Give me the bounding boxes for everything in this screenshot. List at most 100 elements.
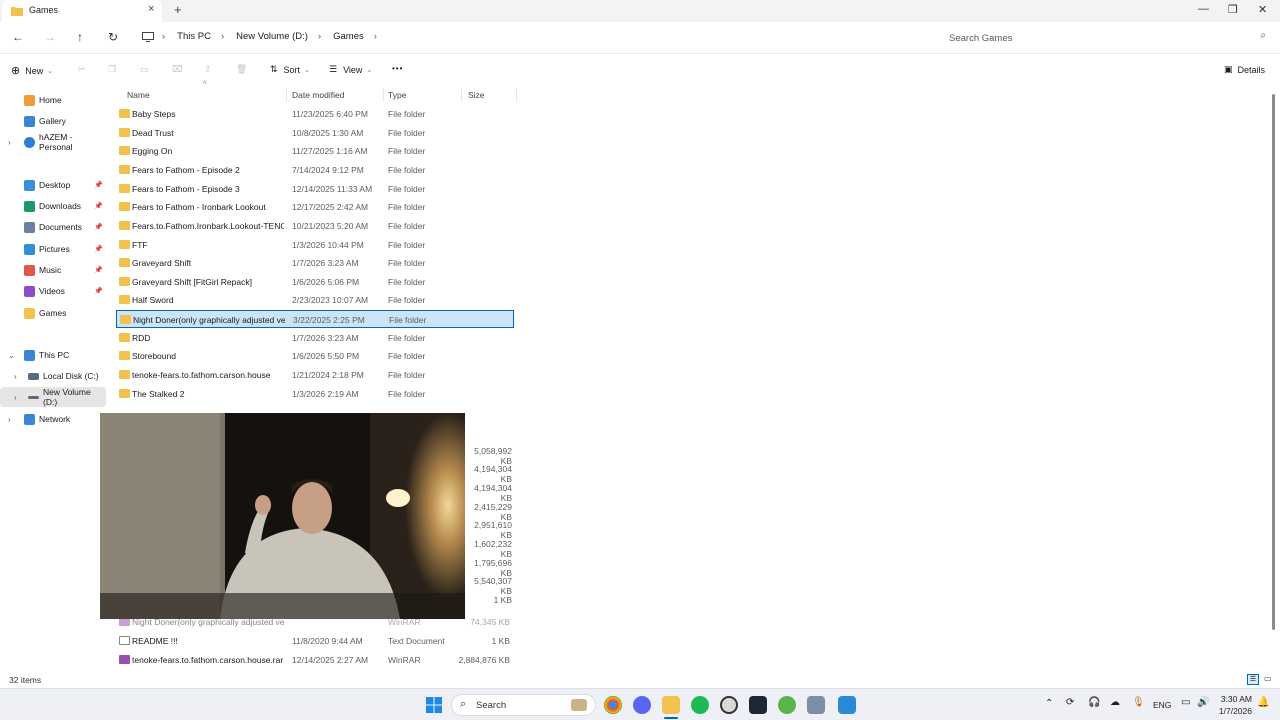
steam-icon[interactable] (749, 696, 767, 714)
file-row[interactable]: tenoke-fears.to.fathom.carson.house.rar 1… (116, 651, 514, 669)
column-separator[interactable] (461, 88, 462, 102)
file-row-selected[interactable]: Night Doner(only graphically adjusted ve… (116, 310, 514, 328)
chevron-down-icon[interactable]: ⌄ (8, 351, 15, 360)
paste-icon[interactable]: ▭ (140, 64, 149, 75)
app-icon[interactable] (838, 696, 856, 714)
new-tab-button[interactable]: + (174, 2, 182, 17)
crumb-this-pc[interactable]: This PC (177, 31, 211, 42)
nav-games[interactable]: Games (0, 303, 106, 323)
microphone-icon[interactable]: 🎙 (1132, 697, 1145, 708)
file-row[interactable]: RDD 1/7/2026 3:23 AM File folder (116, 329, 514, 347)
nav-onedrive-personal[interactable]: › hAZEM - Personal (0, 132, 106, 152)
crumb-new-volume[interactable]: New Volume (D:) (236, 31, 308, 42)
nav-local-disk-c[interactable]: › Local Disk (C:) (0, 366, 106, 386)
more-options-button[interactable]: ••• (392, 64, 403, 73)
nav-label: Pictures (39, 244, 70, 254)
file-row[interactable]: Egging On 11/27/2025 1:16 AM File folder (116, 142, 514, 160)
sort-label: Sort (283, 64, 301, 75)
app-icon[interactable] (807, 696, 825, 714)
file-row[interactable]: tenoke-fears.to.fathom.carson.house 1/21/… (116, 366, 514, 384)
rename-icon[interactable]: ⌧ (172, 64, 182, 75)
chevron-right-icon[interactable]: › (8, 415, 11, 424)
nav-this-pc[interactable]: ⌄ This PC (0, 345, 106, 365)
details-view-icon[interactable]: ☰ (1247, 674, 1259, 685)
column-name[interactable]: Name (127, 90, 150, 100)
column-type[interactable]: Type (388, 90, 406, 100)
file-row[interactable]: Fears to Fathom - Episode 3 12/14/2025 11… (116, 180, 514, 198)
spotify-icon[interactable] (691, 696, 709, 714)
new-button[interactable]: ⊕ New ⌄ (11, 64, 53, 77)
file-row[interactable]: Fears.to.Fathom.Ironbark.Lookout-TENO...… (116, 217, 514, 235)
file-row[interactable]: Dead Trust 10/8/2025 1:30 AM File folder (116, 124, 514, 142)
utorrent-icon[interactable] (778, 696, 796, 714)
copy-icon[interactable]: ❐ (108, 64, 116, 75)
chevron-right-icon[interactable]: › (14, 372, 17, 381)
obs-icon[interactable] (720, 696, 738, 714)
file-name: Dead Trust (132, 128, 174, 138)
file-row[interactable]: Fears to Fathom - Episode 2 7/14/2024 9:1… (116, 161, 514, 179)
close-tab-icon[interactable]: × (148, 3, 154, 15)
file-row[interactable]: Storebound 1/6/2026 5:50 PM File folder (116, 347, 514, 365)
nav-pictures[interactable]: Pictures 📌 (0, 239, 106, 259)
onedrive-cloud-icon[interactable]: ☁ (1110, 697, 1120, 708)
notification-bell-icon[interactable]: 🔔 (1257, 697, 1269, 708)
network-icon[interactable]: ▭ (1181, 697, 1190, 708)
language-indicator[interactable]: ENG (1153, 700, 1171, 710)
close-window-button[interactable]: ✕ (1258, 3, 1267, 16)
nav-music[interactable]: Music 📌 (0, 260, 106, 280)
file-row[interactable]: Half Sword 2/23/2023 10:07 AM File folder (116, 291, 514, 309)
column-separator[interactable] (286, 88, 287, 102)
chevron-right-icon[interactable]: › (14, 393, 17, 402)
tab-games[interactable]: Games × (2, 0, 162, 22)
back-arrow-icon[interactable]: ← (12, 30, 24, 44)
file-row[interactable]: Graveyard Shift [FitGirl Repack] 1/6/2026… (116, 273, 514, 291)
chevron-up-icon[interactable]: ⌃ (1045, 698, 1053, 709)
nav-home[interactable]: Home (0, 90, 106, 110)
file-row[interactable]: Graveyard Shift 1/7/2026 3:23 AM File fold… (116, 254, 514, 272)
search-input[interactable]: Search Games ⌕ (940, 27, 1270, 49)
nav-desktop[interactable]: Desktop 📌 (0, 175, 106, 195)
chevron-right-icon[interactable]: › (8, 138, 11, 147)
forward-arrow-icon[interactable]: → (44, 30, 56, 44)
file-explorer-icon[interactable] (662, 696, 680, 714)
details-button[interactable]: ▣ Details (1224, 64, 1265, 75)
column-date[interactable]: Date modified (292, 90, 344, 100)
file-row[interactable]: README !!! 11/8/2020 9:44 AM Text Document… (116, 632, 514, 650)
minimize-button[interactable]: — (1198, 3, 1209, 15)
nav-documents[interactable]: Documents 📌 (0, 217, 106, 237)
file-row[interactable]: Fears to Fathom - Ironbark Lookout 12/17/… (116, 198, 514, 216)
file-row[interactable]: FTF 1/3/2026 10:44 PM File folder (116, 236, 514, 254)
nav-downloads[interactable]: Downloads 📌 (0, 196, 106, 216)
maximize-button[interactable]: ❐ (1228, 3, 1238, 16)
headset-icon[interactable]: 🎧 (1088, 697, 1100, 708)
file-row[interactable]: Baby Steps 11/23/2025 6:40 PM File folder (116, 105, 514, 123)
column-separator[interactable] (516, 88, 517, 102)
column-size[interactable]: Size (468, 90, 485, 100)
volume-icon[interactable]: 🔊 (1197, 697, 1209, 708)
nav-new-volume-d[interactable]: › New Volume (D:) (0, 387, 106, 407)
delete-icon[interactable]: 🗑 (236, 64, 247, 75)
taskbar-search[interactable]: ⌕ Search (451, 694, 596, 716)
large-icons-view-icon[interactable]: ▭ (1264, 674, 1272, 683)
chrome-icon[interactable] (604, 696, 622, 714)
sync-icon[interactable]: ⟳ (1066, 697, 1074, 708)
view-button[interactable]: ☰ View ⌄ (329, 64, 372, 75)
crumb-games[interactable]: Games (333, 31, 364, 42)
nav-gallery[interactable]: Gallery (0, 111, 106, 131)
discord-icon[interactable] (633, 696, 651, 714)
sort-button[interactable]: ⇅ Sort ⌄ (270, 64, 310, 75)
up-arrow-icon[interactable]: ↑ (77, 30, 83, 44)
refresh-icon[interactable]: ↻ (108, 30, 118, 44)
file-row[interactable]: The Stalked 2 1/3/2026 2:19 AM File folder (116, 385, 514, 403)
nav-videos[interactable]: Videos 📌 (0, 281, 106, 301)
folder-icon (119, 258, 130, 267)
file-type: Text Document (388, 636, 445, 646)
vertical-scrollbar[interactable] (1272, 94, 1275, 630)
clock-date[interactable]: 1/7/2026 (1217, 706, 1252, 716)
column-separator[interactable] (383, 88, 384, 102)
nav-network[interactable]: › Network (0, 409, 106, 429)
clock-time[interactable]: 3:30 AM (1220, 694, 1252, 704)
windows-start-icon[interactable] (426, 697, 442, 713)
share-icon[interactable]: ⇪ (204, 64, 212, 75)
cut-icon[interactable]: ✂ (78, 64, 86, 75)
